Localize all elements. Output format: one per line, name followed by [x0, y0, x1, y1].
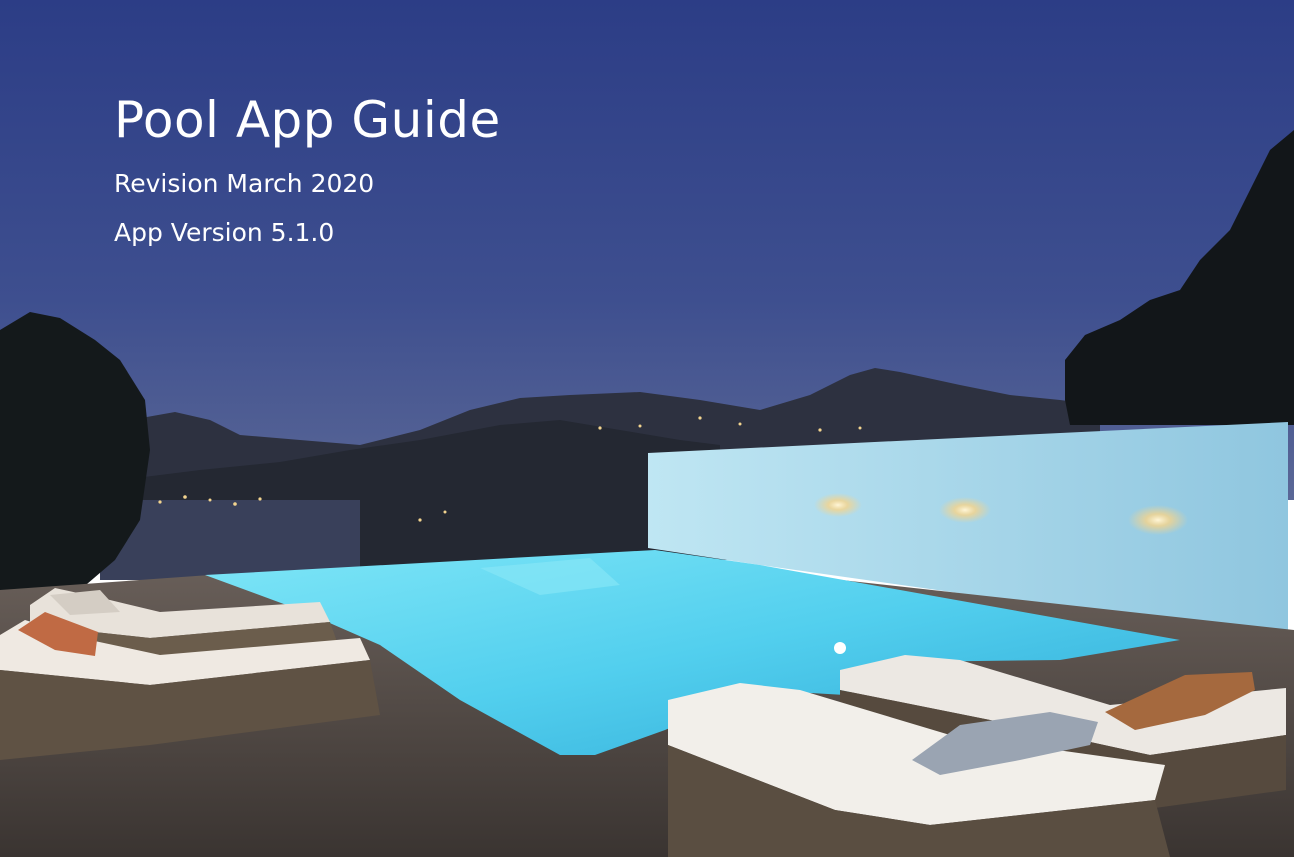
wall-lamp: [939, 497, 991, 523]
wall-lamp: [814, 493, 862, 517]
revision-date: Revision March 2020: [114, 169, 375, 198]
pool-light: [834, 642, 846, 654]
wall-lamp: [1128, 505, 1188, 535]
cover-page: Pool App Guide Revision March 2020 App V…: [0, 0, 1294, 857]
app-version: App Version 5.1.0: [114, 218, 335, 247]
document-title: Pool App Guide: [114, 91, 501, 149]
title-block: Pool App Guide Revision March 2020 App V…: [114, 95, 501, 245]
